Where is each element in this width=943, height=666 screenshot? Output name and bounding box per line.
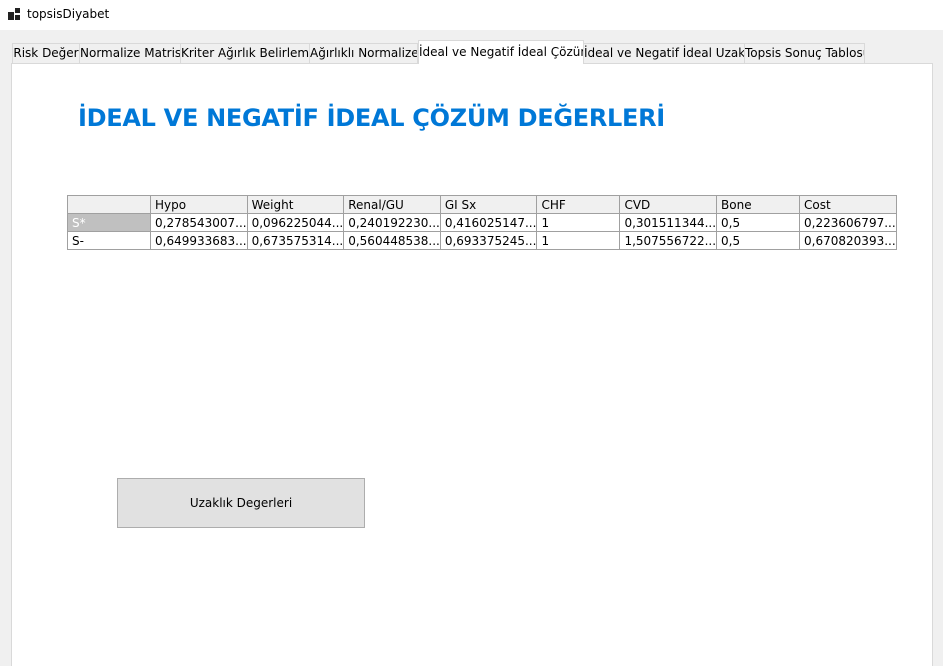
page-title: İDEAL VE NEGATİF İDEAL ÇÖZÜM DEĞERLERİ [78,104,665,132]
grid-cell[interactable]: 0,301511344... [619,213,718,232]
column-header-cvd[interactable]: CVD [619,195,718,214]
tab-risk-deger[interactable]: Risk Değer [12,43,80,63]
grid-cell[interactable]: 0,693375245... [439,231,538,250]
grid-cell[interactable]: 0,416025147... [439,213,538,232]
grid-corner-header[interactable] [67,195,151,214]
grid-cell[interactable]: 0,670820393... [799,231,897,250]
grid-cell[interactable]: 1 [536,213,621,232]
grid-cell[interactable]: 0,096225044... [246,213,345,232]
table-row[interactable]: S* 0,278543007... 0,096225044... 0,24019… [67,213,897,232]
tab-ideal-uzaklik[interactable]: İdeal ve Negatif İdeal Uzaklık [583,43,745,63]
app-icon [8,8,20,20]
grid-cell[interactable]: 0,223606797... [799,213,897,232]
grid-header-row: Hypo Weight Renal/GU GI Sx CHF CVD Bone … [67,195,897,214]
grid-cell[interactable]: 0,278543007... [150,213,248,232]
grid-cell[interactable]: 1 [536,231,621,250]
tab-topsis-sonuc[interactable]: Topsis Sonuç Tablosu [744,43,865,63]
grid-cell[interactable]: 0,560448538... [343,231,441,250]
grid-cell[interactable]: 0,240192230... [343,213,441,232]
tab-agirlikli-normalize[interactable]: Ağırlıklı Normalize [309,43,418,63]
tab-kriter-agirlik[interactable]: Kriter Ağırlık Belirleme [180,43,310,63]
table-row[interactable]: S- 0,649933683... 0,673575314... 0,56044… [67,231,897,250]
tab-ideal-cozum[interactable]: İdeal ve Negatif İdeal Çözüm [418,40,584,64]
row-header-s-star[interactable]: S* [67,213,151,232]
grid-cell[interactable]: 0,5 [716,213,801,232]
tab-panel: İDEAL VE NEGATİF İDEAL ÇÖZÜM DEĞERLERİ H… [11,63,933,666]
grid-cell[interactable]: 0,5 [716,231,801,250]
tab-normalize-matris[interactable]: Normalize Matris [79,43,181,63]
grid-cell[interactable]: 0,673575314... [246,231,345,250]
data-grid[interactable]: Hypo Weight Renal/GU GI Sx CHF CVD Bone … [67,195,897,250]
column-header-gi-sx[interactable]: GI Sx [439,195,538,214]
column-header-cost[interactable]: Cost [799,195,897,214]
title-bar: topsisDiyabet [0,0,943,30]
column-header-hypo[interactable]: Hypo [150,195,248,214]
column-header-renal-gu[interactable]: Renal/GU [343,195,441,214]
window-title: topsisDiyabet [27,7,110,21]
column-header-bone[interactable]: Bone [716,195,801,214]
column-header-weight[interactable]: Weight [246,195,345,214]
grid-cell[interactable]: 1,507556722... [619,231,718,250]
uzaklik-degerleri-button[interactable]: Uzaklık Degerleri [117,478,365,528]
client-area: Risk Değer Normalize Matris Kriter Ağırl… [0,30,943,666]
grid-cell[interactable]: 0,649933683... [150,231,248,250]
row-header-s-minus[interactable]: S- [67,231,151,250]
column-header-chf[interactable]: CHF [536,195,621,214]
